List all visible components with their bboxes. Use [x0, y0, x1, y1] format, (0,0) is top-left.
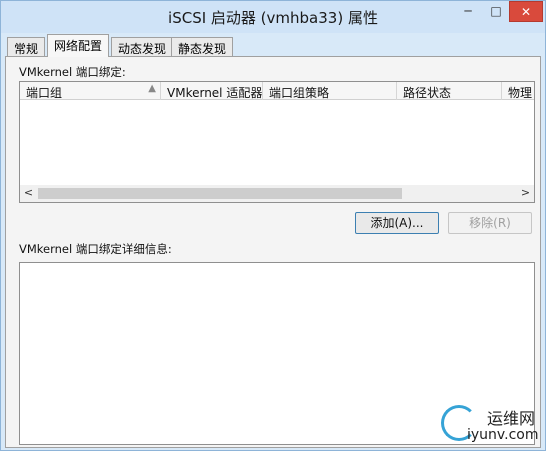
- remove-button[interactable]: 移除(R): [448, 212, 532, 234]
- add-button[interactable]: 添加(A)...: [355, 212, 439, 234]
- horizontal-scrollbar[interactable]: < >: [20, 185, 534, 202]
- watermark-url: iyunv.com: [467, 427, 539, 443]
- scrollbar-thumb[interactable]: [38, 188, 402, 199]
- sort-ascending-icon: ▲: [148, 83, 156, 94]
- port-binding-list[interactable]: 端口组 ▲ VMkernel 适配器 端口组策略 路径状态 物理 < >: [19, 81, 535, 203]
- column-port-group[interactable]: 端口组 ▲: [20, 82, 161, 100]
- scroll-right-arrow-icon[interactable]: >: [517, 185, 534, 202]
- column-physical[interactable]: 物理: [502, 82, 534, 100]
- watermark: 运维网 iyunv.com: [441, 405, 541, 447]
- properties-window: iSCSI 启动器 (vmhba33) 属性 ─ □ ✕ 常规 网络配置 动态发…: [0, 0, 546, 451]
- tab-network-config[interactable]: 网络配置: [47, 34, 110, 57]
- tab-general[interactable]: 常规: [7, 37, 46, 56]
- column-port-group-policy[interactable]: 端口组策略: [263, 82, 397, 100]
- title-bar[interactable]: iSCSI 启动器 (vmhba33) 属性 ─ □ ✕: [1, 1, 545, 33]
- column-vmkernel-adapter[interactable]: VMkernel 适配器: [161, 82, 263, 100]
- column-path-status[interactable]: 路径状态: [397, 82, 502, 100]
- watermark-name: 运维网: [487, 409, 536, 428]
- minimize-button[interactable]: ─: [453, 1, 483, 22]
- close-button[interactable]: ✕: [509, 1, 543, 22]
- maximize-button[interactable]: □: [483, 1, 509, 22]
- tab-static-discovery[interactable]: 静态发现: [171, 37, 234, 56]
- binding-details-label: VMkernel 端口绑定详细信息:: [19, 242, 172, 256]
- port-binding-label: VMkernel 端口绑定:: [19, 65, 126, 79]
- scroll-left-arrow-icon[interactable]: <: [20, 185, 37, 202]
- network-config-panel: VMkernel 端口绑定: 端口组 ▲ VMkernel 适配器 端口组策略 …: [5, 56, 541, 448]
- column-port-group-label: 端口组: [26, 86, 63, 100]
- tab-dynamic-discovery[interactable]: 动态发现: [111, 37, 174, 56]
- list-header: 端口组 ▲ VMkernel 适配器 端口组策略 路径状态 物理: [20, 82, 534, 100]
